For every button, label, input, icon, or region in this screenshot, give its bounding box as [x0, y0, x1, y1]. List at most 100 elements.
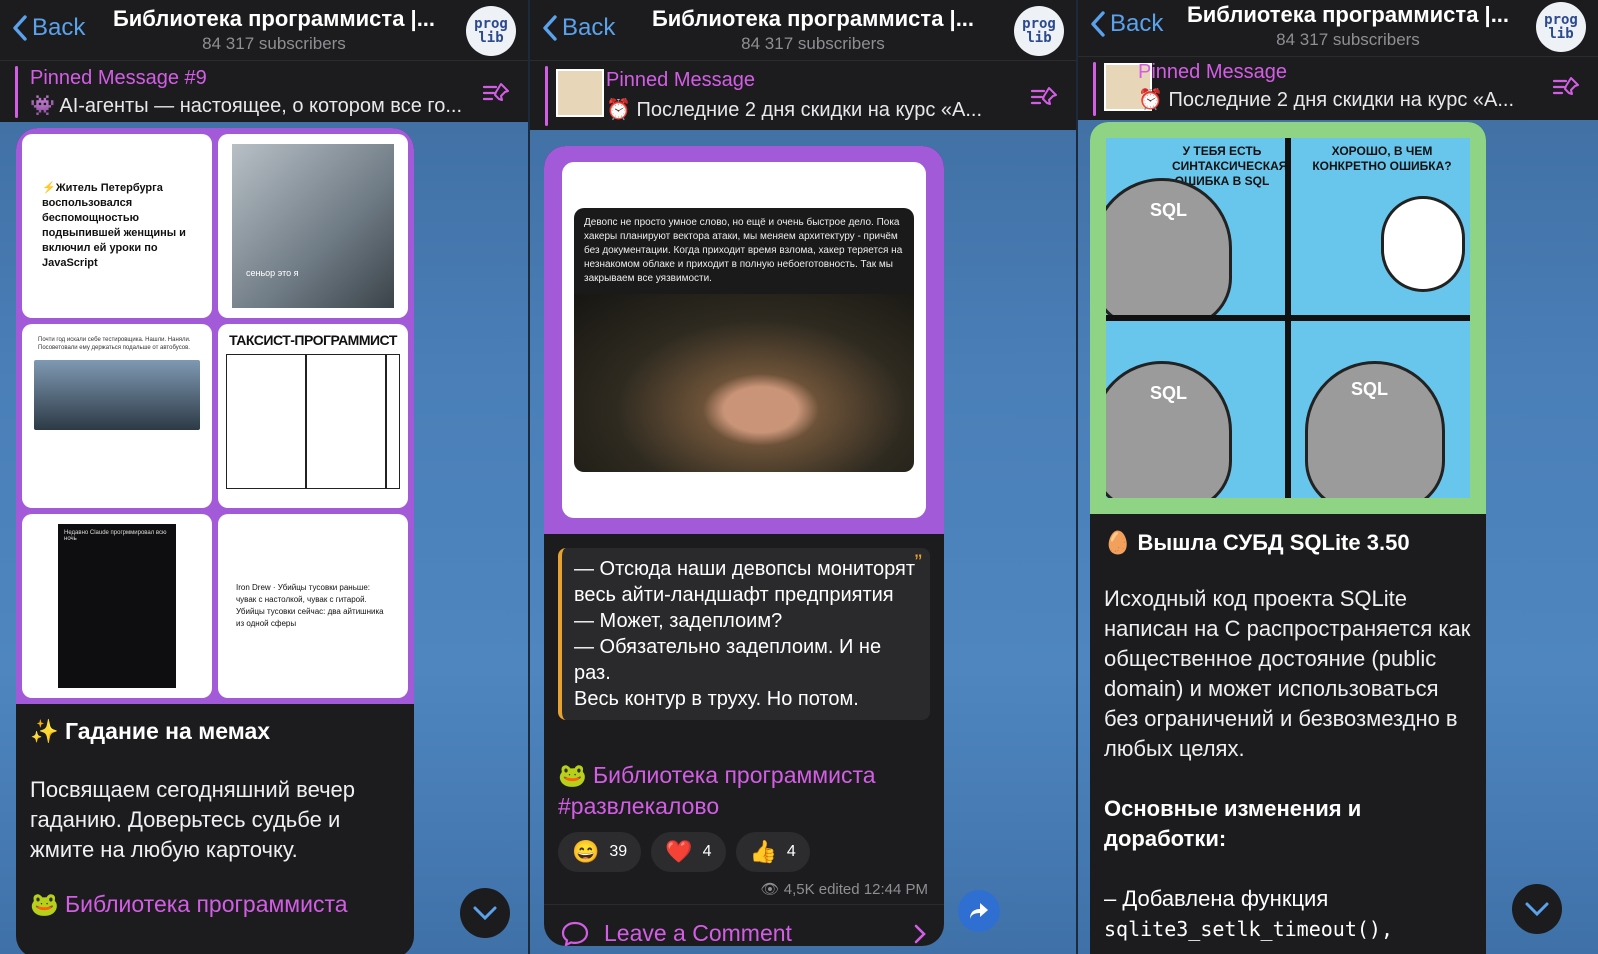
meme-text: Девопс не просто умное слово, но ещё и о…	[584, 217, 903, 284]
post-title: 🥚 Вышла СУБД SQLite 3.50	[1104, 530, 1410, 555]
npc-head	[1106, 178, 1232, 315]
post-text: Посвящаем сегодняшний вечер гаданию. Дов…	[30, 777, 356, 862]
chevron-right-icon	[914, 924, 926, 943]
avatar-text-1: prog	[1022, 16, 1056, 32]
sql-label: SQL	[1150, 383, 1188, 403]
chat-panel-3: Back Библиотека программиста |... 84 317…	[1078, 0, 1598, 954]
meme-card[interactable]: Почти год искали себе тестировщика. Нашл…	[22, 324, 212, 508]
quote-line: — Может, задеплоим?	[574, 610, 783, 632]
subscriber-count: 84 317 subscribers	[1276, 30, 1420, 49]
quote-line: — Отсюда наши девопсы мониторят	[574, 558, 916, 580]
chevron-down-icon	[473, 906, 497, 921]
meme-card[interactable]: Iron Drew · Убийцы тусовки раньше: чувак…	[218, 514, 408, 698]
comic-panel: SQL	[1106, 321, 1285, 498]
pinned-text: ⏰ Последние 2 дня скидки на курс «А...	[606, 99, 983, 121]
post-title: ✨ Гадание на мемах	[30, 718, 271, 744]
channel-title[interactable]: Библиотека программиста |...	[95, 6, 453, 32]
pinned-message-bar[interactable]: Pinned Message ⏰ Последние 2 дня скидки …	[530, 60, 1076, 130]
meme-grid: ⚡Житель Петербурга воспользовался беспом…	[16, 128, 414, 704]
card-text: ТАКСИСТ-ПРОГРАММИСТ	[229, 332, 397, 348]
pinned-list-icon[interactable]	[482, 81, 512, 107]
chat-header: Back Библиотека программиста |... 84 317…	[530, 0, 1076, 60]
back-label: Back	[562, 14, 616, 41]
chat-panel-1: Back Библиотека программиста |... 84 317…	[0, 0, 528, 954]
card-text: Почти год искали себе тестировщика. Нашл…	[38, 337, 191, 351]
back-button[interactable]: Back	[1090, 10, 1163, 38]
channel-title[interactable]: Библиотека программиста |...	[1173, 2, 1523, 28]
card-text: сеньор это я	[246, 268, 299, 278]
avatar-text-1: prog	[474, 16, 508, 32]
comic-panel: ХОРОШО, В ЧЕМ КОНКРЕТНО ОШИБКА?	[1291, 138, 1470, 315]
meme-photo	[574, 294, 914, 472]
comment-icon	[561, 921, 589, 946]
card-text: ⚡Житель Петербурга воспользовался беспом…	[42, 182, 186, 269]
chevron-left-icon	[13, 15, 27, 41]
comment-label: Leave a Comment	[604, 920, 792, 946]
pinned-label: Pinned Message #9	[30, 67, 207, 89]
chat-header: Back Библиотека программиста |... 84 317…	[0, 0, 528, 60]
back-label: Back	[1110, 10, 1164, 37]
channel-avatar[interactable]: prog lib	[466, 6, 516, 56]
chevron-down-icon	[1525, 902, 1549, 917]
back-button[interactable]: Back	[12, 14, 85, 42]
avatar-text-2: lib	[478, 30, 504, 46]
channel-title[interactable]: Библиотека программиста |...	[625, 6, 1001, 32]
pinned-list-icon[interactable]	[1030, 85, 1060, 111]
message-meta: 👁 4,5K edited 12:44 PM	[760, 881, 928, 898]
channel-link[interactable]: 🐸 Библиотека программиста	[30, 891, 400, 918]
sql-label: SQL	[1150, 200, 1188, 220]
reaction-thumbs-up[interactable]: 👍 4	[735, 832, 810, 872]
pinned-label: Pinned Message	[1138, 61, 1287, 83]
scroll-down-button[interactable]	[1512, 884, 1562, 934]
leave-comment-button[interactable]: Leave a Comment	[544, 904, 944, 946]
scroll-down-button[interactable]	[460, 888, 510, 938]
chevron-left-icon	[543, 15, 557, 41]
message-bubble: ⚡Житель Петербурга воспользовался беспом…	[16, 128, 414, 954]
pinned-message-bar[interactable]: Pinned Message ⏰ Последние 2 дня скидки …	[1078, 56, 1598, 120]
meme-card[interactable]: Девопс не просто умное слово, но ещё и о…	[562, 162, 926, 518]
comic-panel: SQL	[1291, 321, 1470, 498]
meme-text-box: Девопс не просто умное слово, но ещё и о…	[574, 208, 914, 294]
pinned-indicator	[15, 66, 18, 118]
meme-card[interactable]: ТАКСИСТ-ПРОГРАММИСТ	[218, 324, 408, 508]
reactions-row: 😄 39 ❤️ 4 👍 4	[544, 832, 944, 872]
chat-panel-2: Back Библиотека программиста |... 84 317…	[530, 0, 1076, 954]
hashtag-link[interactable]: #развлекалово	[558, 793, 930, 820]
meme-card[interactable]: сеньор это я	[218, 134, 408, 318]
meme-frame: Девопс не просто умное слово, но ещё и о…	[544, 146, 944, 534]
quote-line: весь айти-ландшафт предприятия	[574, 584, 894, 606]
meme-image: Недавно Claude прогрммировал всю ночь	[58, 524, 176, 688]
share-button[interactable]	[958, 890, 1000, 932]
pinned-indicator	[545, 66, 548, 126]
reaction-heart[interactable]: ❤️ 4	[651, 832, 726, 872]
list-item: – Добавлена функция	[1104, 886, 1329, 911]
channel-link[interactable]: 🐸 Библиотека программиста	[558, 762, 930, 789]
back-button[interactable]: Back	[542, 14, 615, 42]
sql-label: SQL	[1351, 379, 1389, 399]
pinned-text: 👾 AI-агенты — настоящее, о котором все г…	[30, 95, 463, 117]
code-snippet: sqlite3_setlk_timeout(),	[1104, 917, 1393, 941]
pinned-list-icon[interactable]	[1552, 75, 1582, 101]
chevron-left-icon	[1091, 11, 1105, 37]
thumbs-up-icon: 👍	[749, 839, 777, 864]
card-text: Iron Drew · Убийцы тусовки раньше: чувак…	[236, 583, 384, 628]
pinned-thumbnail	[556, 69, 604, 117]
channel-avatar[interactable]: prog lib	[1536, 2, 1586, 52]
comic-image[interactable]: У ТЕБЯ ЕСТЬ СИНТАКСИЧЕСКАЯ ОШИБКА В SQL …	[1090, 122, 1486, 514]
meme-image: сеньор это я	[232, 144, 394, 308]
pinned-message-bar[interactable]: Pinned Message #9 👾 AI-агенты — настояще…	[0, 60, 528, 122]
subscriber-count: 84 317 subscribers	[202, 34, 346, 53]
avatar-text-2: lib	[1548, 26, 1574, 42]
meme-card[interactable]: ⚡Житель Петербурга воспользовался беспом…	[22, 134, 212, 318]
channel-avatar[interactable]: prog lib	[1014, 6, 1064, 56]
reaction-laugh[interactable]: 😄 39	[558, 832, 642, 872]
laugh-icon: 😄	[572, 839, 600, 864]
section-heading: Основные изменения и доработки:	[1104, 796, 1362, 851]
quote-icon: ”	[914, 550, 922, 575]
reaction-count: 4	[786, 843, 796, 860]
comic-panel: У ТЕБЯ ЕСТЬ СИНТАКСИЧЕСКАЯ ОШИБКА В SQL …	[1106, 138, 1285, 315]
quote-block: ” — Отсюда наши девопсы мониторят весь а…	[558, 548, 930, 720]
meme-card[interactable]: Недавно Claude прогрммировал всю ночь	[22, 514, 212, 698]
reaction-count: 4	[702, 843, 712, 860]
meme-image	[34, 360, 200, 430]
